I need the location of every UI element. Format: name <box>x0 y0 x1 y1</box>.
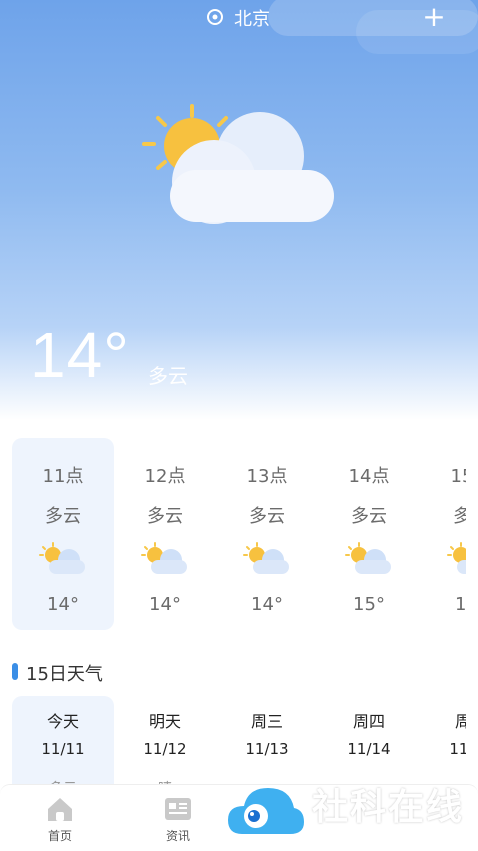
watermark-url: cass.com.cn <box>314 826 376 837</box>
nav-label: 首页 <box>47 829 72 843</box>
hourly-card[interactable]: 12点 多云 14° <box>114 438 216 630</box>
city-name[interactable]: 北京 <box>234 5 270 31</box>
hour-temperature: 14° <box>47 594 79 615</box>
hourly-card[interactable]: 15点 多云 15° <box>420 438 466 630</box>
day-date: 11/13 <box>245 740 289 758</box>
hour-temperature: 15° <box>353 594 385 615</box>
decorative-pill <box>356 10 478 54</box>
day-name: 明天 <box>148 712 181 731</box>
top-bar: 北京 + <box>0 0 478 54</box>
watermark: 社科在线 cass.com.cn <box>226 772 478 850</box>
hour-condition: 多云 <box>147 506 183 527</box>
hourly-card[interactable]: 13点 多云 14° <box>216 438 318 630</box>
day-date: 11/15 <box>449 740 466 758</box>
watermark-text: 社科在线 <box>312 787 465 828</box>
partly-cloudy-icon <box>141 542 187 574</box>
daily-card[interactable]: 明天 11/12 晴 <box>114 696 216 796</box>
current-condition: 多云 <box>148 364 188 388</box>
news-icon <box>165 798 191 820</box>
hour-condition: 多云 <box>351 506 387 527</box>
hour-time: 14点 <box>348 466 390 487</box>
hourly-forecast[interactable]: 11点 多云 14° 12点 多云 14° 13点 多云 14° 14点 多云 … <box>12 438 466 630</box>
hour-condition: 多云 <box>249 506 285 527</box>
hourly-card[interactable]: 11点 多云 14° <box>12 438 114 630</box>
location-pin-icon[interactable] <box>206 8 224 26</box>
hour-temperature: 15° <box>455 594 466 615</box>
day-name: 周五 <box>454 712 466 731</box>
home-icon <box>48 798 72 821</box>
hourly-card[interactable]: 14点 多云 15° <box>318 438 420 630</box>
nav-item-news[interactable]: 资讯 <box>128 785 228 851</box>
hour-condition: 多云 <box>45 506 81 527</box>
partly-cloudy-icon <box>447 542 466 574</box>
day-date: 11/11 <box>41 740 85 758</box>
day-name: 周三 <box>250 712 283 731</box>
day-name: 今天 <box>46 712 79 731</box>
daily-card[interactable]: 今天 11/11 多云 <box>12 696 114 796</box>
hour-time: 15点 <box>450 466 466 487</box>
hour-temperature: 14° <box>149 594 181 615</box>
day-name: 周四 <box>352 712 385 731</box>
partly-cloudy-icon <box>345 542 391 574</box>
section-title: 15日天气 <box>26 664 103 685</box>
nav-item-home[interactable]: 首页 <box>10 785 110 851</box>
section-accent-bar <box>12 663 18 680</box>
add-city-button[interactable]: + <box>420 2 448 32</box>
hour-time: 12点 <box>144 466 186 487</box>
partly-cloudy-icon <box>243 542 289 574</box>
day-date: 11/14 <box>347 740 391 758</box>
partly-cloudy-icon <box>39 542 85 574</box>
nav-label: 资讯 <box>165 829 190 843</box>
hour-condition: 多云 <box>453 506 466 527</box>
current-temperature: 14° <box>30 319 130 391</box>
day-date: 11/12 <box>143 740 187 758</box>
hour-time: 13点 <box>246 466 288 487</box>
hour-time: 11点 <box>42 466 84 487</box>
partly-cloudy-icon <box>142 104 334 224</box>
watermark-logo-icon <box>228 788 304 834</box>
hour-temperature: 14° <box>251 594 283 615</box>
